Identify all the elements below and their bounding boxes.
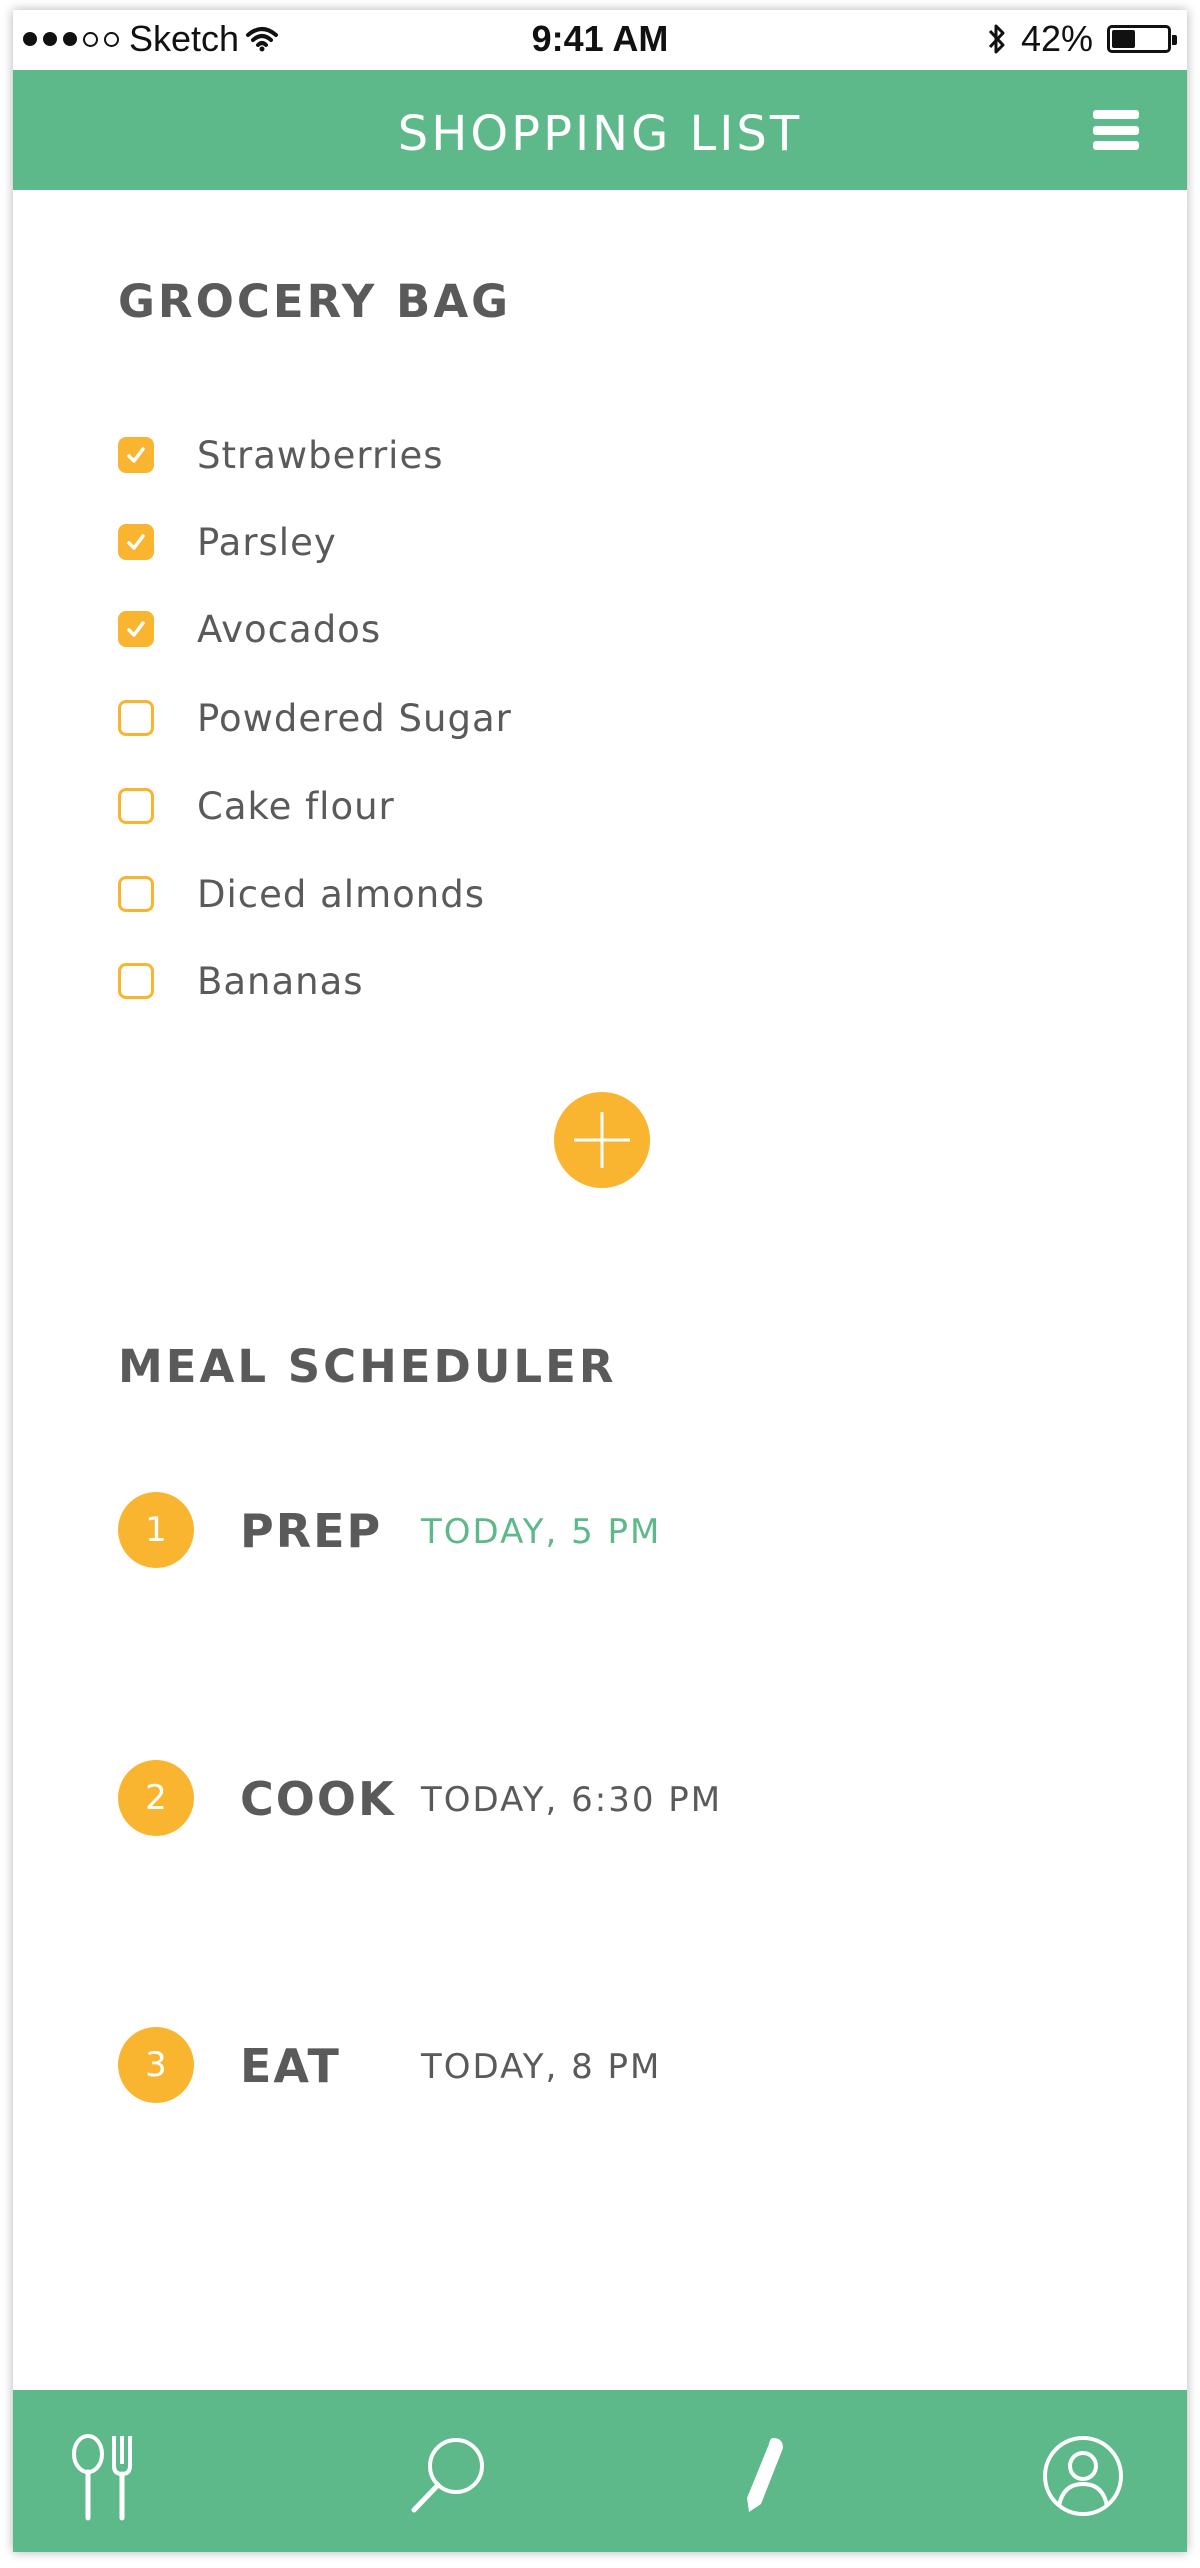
tab-profile[interactable] xyxy=(1033,2426,1133,2526)
item-label: Avocados xyxy=(197,607,382,651)
item-label: Cake flour xyxy=(197,784,395,828)
item-checkbox[interactable] xyxy=(118,611,154,647)
battery-icon xyxy=(1107,25,1177,53)
grocery-item[interactable]: Diced almonds xyxy=(118,869,485,919)
item-checkbox[interactable] xyxy=(118,700,154,736)
step-number-badge: 1 xyxy=(118,1492,194,1568)
pencil-icon xyxy=(747,2438,783,2512)
tab-bar xyxy=(13,2390,1187,2552)
grocery-item[interactable]: Bananas xyxy=(118,956,364,1006)
tab-recipes[interactable] xyxy=(58,2426,158,2526)
bluetooth-icon xyxy=(988,24,1005,54)
checkmark-icon xyxy=(127,447,145,463)
profile-icon xyxy=(1043,2436,1123,2516)
item-label: Diced almonds xyxy=(197,872,485,916)
step-name: COOK xyxy=(240,1772,396,1826)
plus-icon xyxy=(574,1112,630,1168)
grocery-item[interactable]: Parsley xyxy=(118,517,337,567)
item-label: Powdered Sugar xyxy=(197,696,512,740)
step-time: TODAY, 8 PM xyxy=(421,2047,662,2087)
checkmark-icon xyxy=(127,534,145,550)
grocery-item[interactable]: Strawberries xyxy=(118,430,443,480)
meal-step-prep[interactable]: 1 PREP TODAY, 5 PM xyxy=(118,1490,659,1570)
step-name: EAT xyxy=(240,2039,341,2093)
app-header: SHOPPING LIST xyxy=(13,70,1187,190)
menu-line xyxy=(1093,125,1139,135)
search-icon xyxy=(411,2438,484,2513)
menu-line xyxy=(1093,141,1139,150)
grocery-item[interactable]: Cake flour xyxy=(118,781,395,831)
item-checkbox[interactable] xyxy=(118,524,154,560)
step-number-badge: 3 xyxy=(118,2027,194,2103)
step-name: PREP xyxy=(240,1504,383,1558)
battery-level xyxy=(1112,30,1135,48)
menu-line xyxy=(1093,110,1139,119)
item-checkbox[interactable] xyxy=(118,963,154,999)
checkmark-icon xyxy=(127,621,145,637)
app-screen: Sketch 9:41 AM 42% SHOPPING LIST GROCERY… xyxy=(0,0,1200,2568)
status-right: 42% xyxy=(987,18,1177,60)
tab-search[interactable] xyxy=(398,2426,498,2526)
step-number-badge: 2 xyxy=(118,1760,194,1836)
step-time: TODAY, 5 PM xyxy=(421,1512,662,1552)
grocery-item[interactable]: Powdered Sugar xyxy=(118,693,512,743)
tab-edit[interactable] xyxy=(713,2426,813,2526)
phone-frame: Sketch 9:41 AM 42% SHOPPING LIST GROCERY… xyxy=(13,10,1187,2552)
item-label: Bananas xyxy=(197,959,364,1003)
item-label: Parsley xyxy=(197,520,337,564)
battery-cap xyxy=(1172,35,1177,45)
add-item-button[interactable] xyxy=(554,1092,650,1188)
status-bar: Sketch 9:41 AM 42% xyxy=(13,10,1187,70)
page-title: SHOPPING LIST xyxy=(397,106,803,162)
meal-step-cook[interactable]: 2 COOK TODAY, 6:30 PM xyxy=(118,1758,720,1838)
hamburger-menu-icon[interactable] xyxy=(1093,110,1139,150)
spoon-fork-icon xyxy=(72,2434,132,2521)
meal-step-eat[interactable]: 3 EAT TODAY, 8 PM xyxy=(118,2025,659,2105)
item-label: Strawberries xyxy=(197,433,444,477)
item-checkbox[interactable] xyxy=(118,876,154,912)
grocery-item[interactable]: Avocados xyxy=(118,604,381,654)
item-checkbox[interactable] xyxy=(118,437,154,473)
grocery-section-title: GROCERY BAG xyxy=(118,275,512,328)
battery-percent: 42% xyxy=(1020,18,1093,59)
scheduler-section-title: MEAL SCHEDULER xyxy=(118,1340,617,1393)
item-checkbox[interactable] xyxy=(118,788,154,824)
step-time: TODAY, 6:30 PM xyxy=(421,1780,723,1820)
